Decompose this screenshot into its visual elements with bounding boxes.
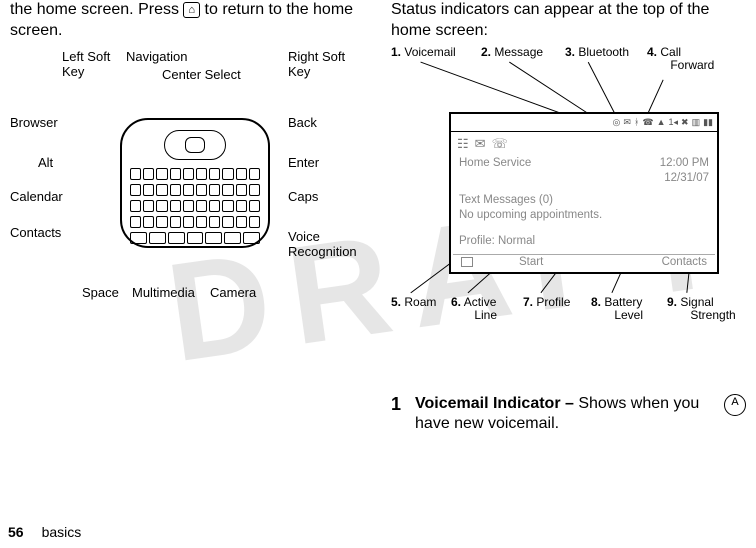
keypad-outline — [120, 118, 270, 248]
label-6-active-line: 6. Active Line — [451, 296, 497, 324]
status-diagram: 1. Voicemail 2. Message 3. Bluetooth 4. … — [391, 46, 746, 376]
item-text: Voicemail Indicator – Shows when you hav… — [415, 394, 704, 436]
label-8-battery: 8. Battery Level — [591, 296, 643, 324]
profile-line: Profile: Normal — [459, 234, 709, 250]
label-multimedia: Multimedia — [132, 286, 195, 301]
profile-icon: ✖ — [681, 117, 689, 128]
intro-text: the home screen. Press ⌂ to return to th… — [10, 0, 365, 42]
key-row-2 — [130, 184, 260, 196]
bluetooth-icon: ᚼ — [634, 117, 639, 127]
item-number: 1 — [391, 394, 401, 415]
label-7-profile: 7. Profile — [523, 296, 570, 310]
key-row-5 — [130, 232, 260, 244]
shortcut-icon: ✉ — [475, 136, 486, 152]
item-bold: Voicemail Indicator – — [415, 395, 574, 412]
label-caps: Caps — [288, 190, 318, 205]
right-column: Status indicators can appear at the top … — [391, 0, 746, 435]
label-5-roam: 5. Roam — [391, 296, 436, 310]
label-right-soft-key: Right Soft Key — [288, 50, 345, 80]
label-space: Space — [82, 286, 119, 301]
date-text: 12/31/07 — [664, 172, 709, 184]
roam-icon: ▲ — [657, 117, 666, 127]
feature-icon: ᴬ — [724, 394, 746, 416]
label-back: Back — [288, 116, 317, 131]
label-contacts: Contacts — [10, 226, 61, 241]
intro-pre: the home screen. Press — [10, 1, 183, 18]
call-forward-icon: ☎ — [642, 117, 653, 128]
label-2-message: 2. Message — [481, 46, 543, 60]
softkey-contacts: Contacts — [662, 256, 707, 268]
signal-icon: ▮▮ — [703, 117, 713, 128]
key-row-4 — [130, 216, 260, 228]
key-row-3 — [130, 200, 260, 212]
text-messages-line: Text Messages (0) — [459, 193, 709, 209]
label-calendar: Calendar — [10, 190, 63, 205]
label-left-soft-key: Left Soft Key — [62, 50, 110, 80]
label-enter: Enter — [288, 156, 319, 171]
label-browser: Browser — [10, 116, 58, 131]
soft-key-bar: Start Contacts — [453, 254, 715, 270]
status-intro: Status indicators can appear at the top … — [391, 0, 746, 42]
time-text: 12:00 PM — [660, 157, 709, 169]
message-icon: ✉ — [623, 117, 631, 128]
section-name: basics — [42, 524, 82, 540]
dpad-icon — [164, 130, 226, 160]
voicemail-icon: ◎ — [613, 117, 621, 128]
key-row-1 — [130, 168, 260, 180]
keypad-diagram: Left Soft Key Navigation Center Select R… — [10, 50, 365, 370]
page-footer: 56 basics — [8, 524, 81, 540]
shortcut-icon-row: ☷ ✉ ☏ — [451, 132, 717, 156]
voicemail-indicator-item: 1 Voicemail Indicator – Shows when you h… — [391, 394, 746, 436]
active-line-icon: 1◂ — [669, 117, 679, 128]
shortcut-icon: ☷ — [457, 136, 469, 152]
battery-icon: ▥ — [692, 117, 701, 128]
label-4-call-forward: 4. Call Forward — [647, 46, 714, 74]
label-center-select: Center Select — [162, 68, 241, 83]
label-camera: Camera — [210, 286, 256, 301]
no-appointments-line: No upcoming appointments. — [459, 208, 709, 224]
status-bar: ◎ ✉ ᚼ ☎ ▲ 1◂ ✖ ▥ ▮▮ — [451, 114, 717, 132]
page-number: 56 — [8, 524, 24, 540]
label-alt: Alt — [38, 156, 53, 171]
shortcut-icon: ☏ — [492, 136, 508, 152]
home-key-icon: ⌂ — [183, 2, 200, 18]
home-service-text: Home Service — [459, 156, 531, 187]
softkey-start: Start — [519, 256, 543, 268]
windows-icon — [461, 257, 473, 267]
screen-body: Home Service 12:00 PM 12/31/07 Text Mess… — [451, 156, 717, 250]
label-navigation: Navigation — [126, 50, 187, 65]
label-1-voicemail: 1. Voicemail — [391, 46, 456, 60]
label-9-signal: 9. Signal Strength — [667, 296, 736, 324]
label-voice-recognition: Voice Recognition — [288, 230, 357, 260]
phone-screen: ◎ ✉ ᚼ ☎ ▲ 1◂ ✖ ▥ ▮▮ ☷ ✉ ☏ Home — [449, 112, 719, 274]
label-3-bluetooth: 3. Bluetooth — [565, 46, 629, 60]
left-column: the home screen. Press ⌂ to return to th… — [10, 0, 365, 435]
